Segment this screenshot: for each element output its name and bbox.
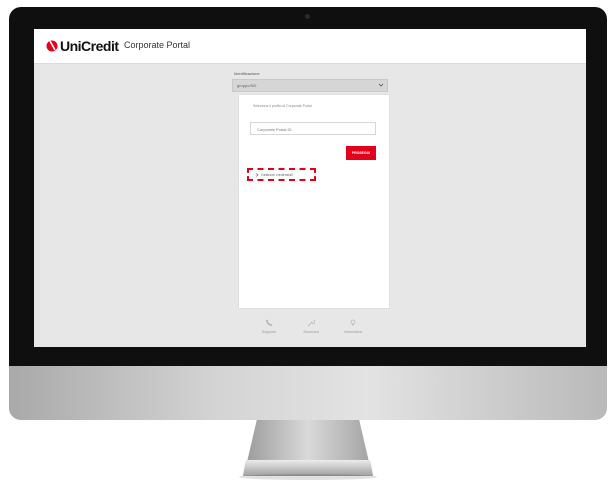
footer-security[interactable]: Sicurezza bbox=[291, 319, 331, 334]
phone-icon bbox=[266, 319, 273, 326]
login-card: Seleziona il profilo di Corporate Portal… bbox=[239, 95, 389, 308]
portal-screen: UniCredit Corporate Portal Identificazio… bbox=[34, 29, 586, 347]
footer-label: Informativa bbox=[344, 330, 362, 334]
credentials-link[interactable]: Gestione credenziali bbox=[255, 173, 293, 177]
card-hint: Seleziona il profilo di Corporate Portal bbox=[253, 104, 312, 108]
arrow-right-icon bbox=[255, 173, 259, 177]
lightbulb-icon bbox=[350, 319, 356, 326]
select-label: Identificazione bbox=[234, 71, 260, 76]
continue-button[interactable]: PROSEGUI bbox=[346, 146, 376, 160]
credentials-link-text: Gestione credenziali bbox=[261, 173, 293, 177]
portal-id-input[interactable]: Corporate Portal ID bbox=[250, 122, 376, 135]
wrench-icon bbox=[307, 320, 315, 327]
header-bar: UniCredit Corporate Portal bbox=[34, 29, 586, 64]
portal-id-value: Corporate Portal ID bbox=[257, 127, 292, 132]
portal-title: Corporate Portal bbox=[124, 40, 191, 50]
brand-name: UniCredit bbox=[60, 38, 119, 54]
footer-info[interactable]: Informativa bbox=[333, 319, 373, 334]
monitor-chin bbox=[9, 366, 607, 420]
stand-shadow bbox=[239, 474, 377, 480]
profile-select[interactable]: gruppo/ND bbox=[232, 79, 388, 92]
footer-label: Sicurezza bbox=[303, 330, 319, 334]
chevron-down-icon bbox=[378, 83, 384, 87]
monitor-bezel: UniCredit Corporate Portal Identificazio… bbox=[9, 7, 607, 366]
highlighted-link-box: Gestione credenziali bbox=[247, 168, 316, 181]
monitor-stand-neck bbox=[247, 420, 369, 462]
footer-label: Supporto bbox=[261, 330, 277, 334]
webcam bbox=[305, 14, 310, 19]
continue-button-label: PROSEGUI bbox=[351, 151, 371, 155]
footer-support[interactable]: Supporto bbox=[249, 319, 289, 334]
unicredit-logo[interactable]: UniCredit bbox=[46, 38, 119, 54]
select-value: gruppo/ND bbox=[237, 83, 257, 88]
unicredit-logo-icon bbox=[46, 40, 58, 52]
